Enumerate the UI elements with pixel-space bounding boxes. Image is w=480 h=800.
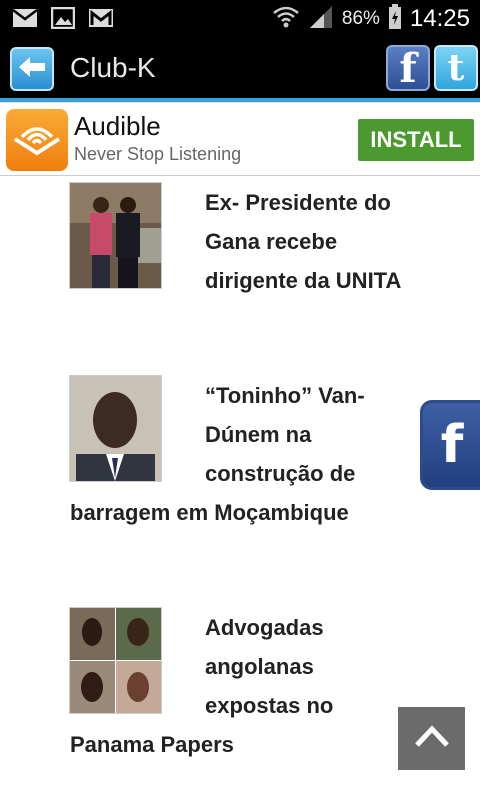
scroll-to-top-button[interactable] (398, 707, 465, 770)
facebook-icon: f (399, 44, 417, 92)
image-icon (50, 6, 76, 30)
twitter-share-button[interactable]: t (434, 45, 478, 91)
app-title: Club-K (70, 52, 156, 83)
back-button[interactable] (10, 47, 54, 91)
facebook-float-button[interactable]: f (420, 400, 480, 490)
article-item[interactable]: Ex- Presidente do Gana recebe dirigente … (70, 183, 410, 300)
clock: 14:25 (409, 5, 470, 32)
article-item[interactable]: Advogadas angolanas expostas no Panama P… (70, 608, 410, 764)
article-thumbnail[interactable] (70, 183, 161, 288)
article-thumbnail[interactable] (70, 376, 161, 481)
facebook-icon: f (440, 415, 464, 475)
ad-subtitle: Never Stop Listening (74, 144, 242, 164)
signal-icon (308, 4, 334, 35)
ad-banner[interactable]: Audible Never Stop Listening INSTALL (0, 102, 480, 176)
battery-icon (388, 3, 402, 35)
wifi-icon (272, 4, 300, 35)
install-button[interactable]: INSTALL (358, 119, 474, 161)
facebook-share-button[interactable]: f (386, 44, 430, 92)
status-bar: 86% 14:25 (0, 0, 480, 38)
chevron-up-icon (414, 724, 450, 753)
audible-logo-icon (6, 109, 68, 171)
ad-title: Audible (74, 111, 161, 141)
twitter-icon: t (447, 47, 465, 89)
email-icon (12, 6, 38, 30)
back-arrow-icon (17, 55, 47, 84)
app-bar: Club-K f t (0, 38, 480, 100)
article-thumbnail[interactable] (70, 608, 161, 713)
battery-percent: 86% (341, 8, 380, 29)
article-item[interactable]: “Toninho” Van-Dúnem na construção de bar… (70, 376, 410, 532)
gmail-icon (88, 6, 114, 30)
